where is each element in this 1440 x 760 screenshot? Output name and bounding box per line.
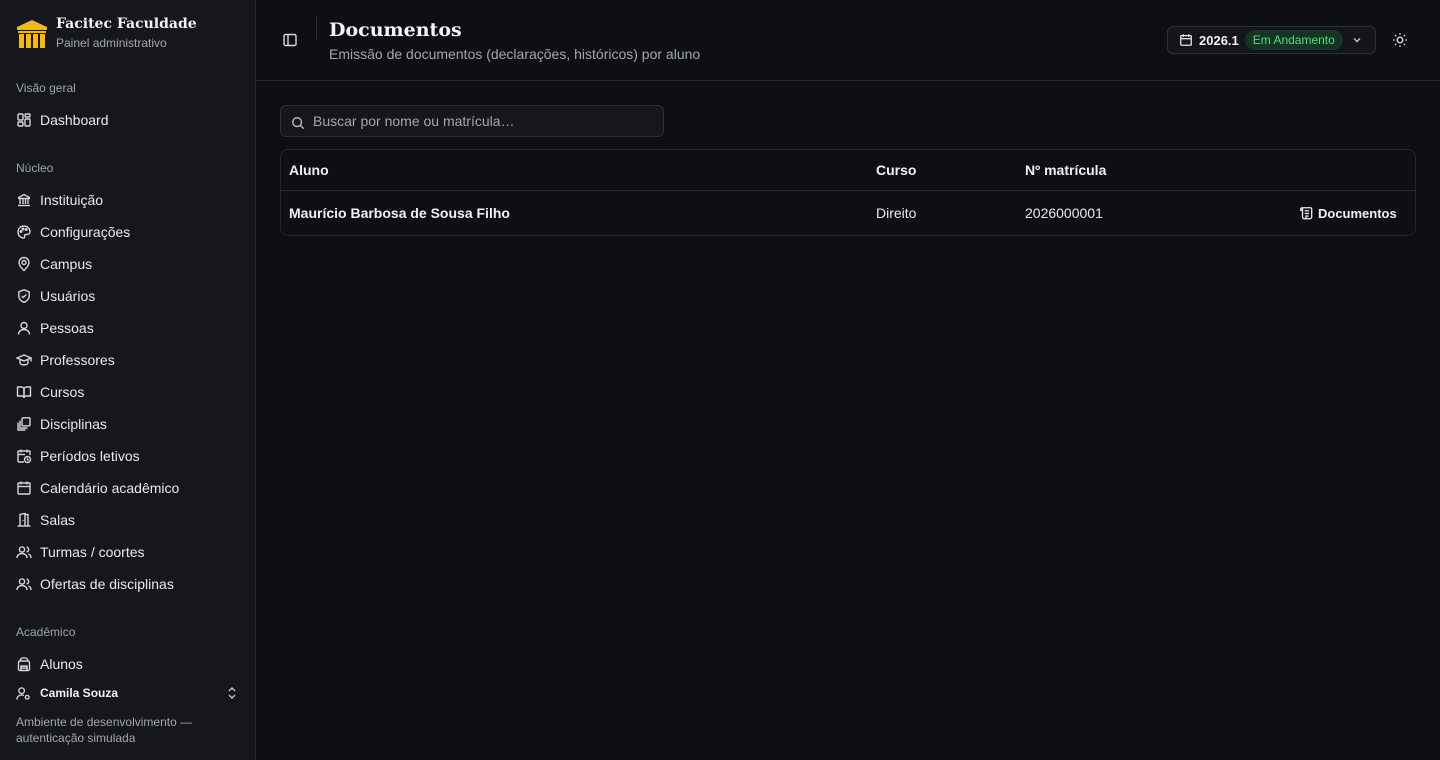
sidebar-item-label: Calendário acadêmico	[40, 480, 180, 496]
school-bag-icon	[16, 656, 32, 672]
nav-section-academic: Acadêmico Alunos	[0, 624, 256, 680]
sidebar-item-disciplinas[interactable]: Disciplinas	[0, 408, 256, 440]
sidebar-item-salas[interactable]: Salas	[0, 504, 256, 536]
column-header-aluno: Aluno	[289, 162, 329, 178]
table-header: Aluno Curso Nº matrícula	[281, 150, 1415, 191]
sidebar-item-label: Dashboard	[40, 112, 109, 128]
status-badge: Em Andamento	[1244, 30, 1343, 50]
palette-icon	[16, 224, 32, 240]
sidebar-item-calendario-academico[interactable]: Calendário acadêmico	[0, 472, 256, 504]
sidebar-item-periodos-letivos[interactable]: Períodos letivos	[0, 440, 256, 472]
sidebar-item-label: Instituição	[40, 192, 104, 208]
landmark-icon	[16, 192, 32, 208]
environment-note: Ambiente de desenvolvimento — autenticaç…	[16, 715, 193, 745]
map-pin-icon	[16, 256, 32, 272]
dashboard-icon	[16, 112, 32, 128]
calendar-icon	[16, 480, 32, 496]
sidebar-item-label: Turmas / coortes	[40, 544, 145, 560]
sidebar-item-label: Salas	[40, 512, 76, 528]
sidebar-item-label: Campus	[40, 256, 93, 272]
sidebar-toggle-icon[interactable]	[282, 32, 298, 48]
brand-subtitle: Painel administrativo	[56, 36, 167, 50]
students-table: Aluno Curso Nº matrícula Maurício Barbos…	[280, 149, 1416, 236]
brand-name: Facitec Faculdade	[56, 16, 197, 32]
scroll-text-icon	[1299, 206, 1313, 220]
chevron-down-icon	[1351, 34, 1363, 46]
sidebar: Facitec Faculdade Painel administrativo …	[0, 0, 256, 760]
search-input[interactable]	[313, 106, 658, 136]
brand[interactable]: Facitec Faculdade Painel administrativo	[16, 16, 197, 51]
users-icon	[16, 576, 32, 592]
sidebar-item-label: Alunos	[40, 656, 83, 672]
search-icon	[291, 116, 305, 130]
nav-heading: Visão geral	[16, 81, 76, 95]
column-header-matricula: Nº matrícula	[1025, 162, 1107, 178]
sidebar-item-cursos[interactable]: Cursos	[0, 376, 256, 408]
cell-matricula: 2026000001	[1025, 205, 1103, 221]
sidebar-item-label: Ofertas de disciplinas	[40, 576, 174, 592]
documents-button-label: Documentos	[1318, 205, 1397, 221]
sidebar-item-instituicao[interactable]: Instituição	[0, 184, 256, 216]
nav-heading: Núcleo	[16, 161, 54, 175]
page-subtitle: Emissão de documentos (declarações, hist…	[329, 46, 701, 62]
facitec-logo-icon	[16, 19, 48, 49]
sidebar-item-campus[interactable]: Campus	[0, 248, 256, 280]
sidebar-item-professores[interactable]: Professores	[0, 344, 256, 376]
cell-curso: Direito	[876, 205, 917, 221]
page-title: Documentos	[329, 19, 462, 41]
sidebar-item-dashboard[interactable]: Dashboard	[0, 104, 256, 136]
user-name: Camila Souza	[40, 686, 119, 700]
period-select[interactable]: 2026.1 Em Andamento	[1167, 26, 1376, 54]
sidebar-item-label: Cursos	[40, 384, 85, 400]
graduation-cap-icon	[16, 352, 32, 368]
library-icon	[16, 416, 32, 432]
sidebar-item-ofertas-disciplinas[interactable]: Ofertas de disciplinas	[0, 568, 256, 600]
user-cog-icon	[16, 686, 31, 701]
sidebar-item-usuarios[interactable]: Usuários	[0, 280, 256, 312]
chevrons-up-down-icon	[226, 686, 238, 700]
door-icon	[16, 512, 32, 528]
period-value: 2026.1	[1199, 32, 1239, 48]
page-header: Documentos Emissão de documentos (declar…	[256, 0, 1440, 81]
calendar-clock-icon	[16, 448, 32, 464]
book-open-icon	[16, 384, 32, 400]
users-icon	[16, 544, 32, 560]
sidebar-item-alunos[interactable]: Alunos	[0, 648, 256, 680]
column-header-curso: Curso	[876, 162, 917, 178]
search-box	[280, 105, 664, 137]
nav-heading: Acadêmico	[16, 625, 76, 639]
calendar-icon	[1179, 33, 1193, 47]
sidebar-item-label: Pessoas	[40, 320, 94, 336]
sidebar-item-configuracoes[interactable]: Configurações	[0, 216, 256, 248]
sidebar-item-label: Usuários	[40, 288, 96, 304]
table-row: Maurício Barbosa de Sousa Filho Direito …	[281, 192, 1415, 235]
sidebar-item-turmas[interactable]: Turmas / coortes	[0, 536, 256, 568]
sun-icon[interactable]	[1392, 32, 1408, 48]
user-menu[interactable]: Camila Souza	[16, 684, 240, 702]
sidebar-item-label: Professores	[40, 352, 115, 368]
sidebar-item-pessoas[interactable]: Pessoas	[0, 312, 256, 344]
header-divider	[316, 16, 317, 40]
sidebar-item-label: Configurações	[40, 224, 131, 240]
shield-icon	[16, 288, 32, 304]
cell-aluno: Maurício Barbosa de Sousa Filho	[289, 205, 510, 221]
sidebar-item-label: Disciplinas	[40, 416, 107, 432]
sidebar-item-label: Períodos letivos	[40, 448, 140, 464]
user-icon	[16, 320, 32, 336]
nav-section-core: Núcleo Instituição Configurações Campus …	[0, 160, 256, 600]
nav-section-overview: Visão geral Dashboard	[0, 80, 256, 136]
documents-button[interactable]: Documentos	[1299, 202, 1397, 224]
